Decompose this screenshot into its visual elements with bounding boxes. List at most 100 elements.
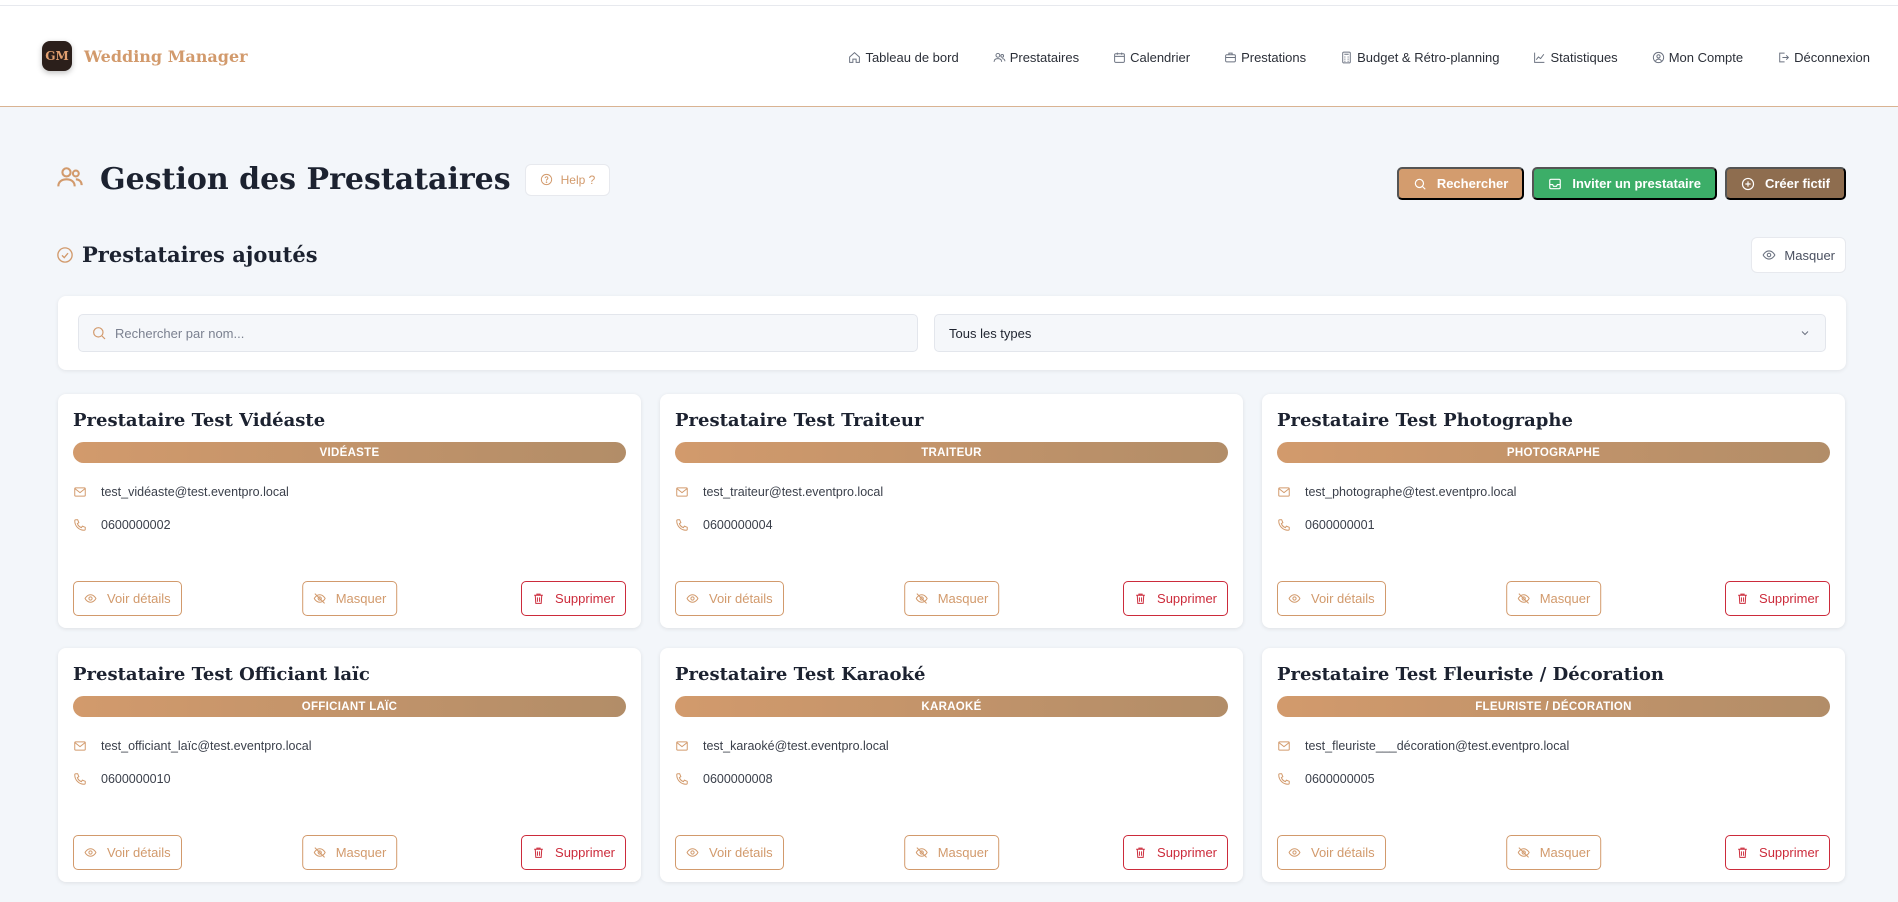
delete-provider-label: Supprimer (1157, 845, 1217, 860)
delete-provider-button[interactable]: Supprimer (1725, 581, 1830, 616)
delete-provider-button[interactable]: Supprimer (1123, 581, 1228, 616)
eye-icon (1763, 250, 1776, 260)
delete-provider-button[interactable]: Supprimer (1725, 835, 1830, 870)
provider-phone-text: 0600000010 (101, 772, 171, 786)
hide-provider-label: Masquer (335, 845, 387, 860)
brand[interactable]: GM Wedding Manager (42, 41, 248, 71)
hide-provider-button[interactable]: Masquer (903, 581, 1000, 616)
people-icon (56, 163, 84, 196)
hide-provider-button[interactable]: Masquer (1505, 835, 1602, 870)
nav-dashboard[interactable]: Tableau de bord (848, 50, 959, 65)
name-search-input[interactable] (115, 325, 895, 341)
section-header: Prestataires ajoutés (56, 242, 318, 267)
provider-name: Prestataire Test Fleuriste / Décoration (1277, 664, 1664, 685)
providers-grid: Prestataire Test Vidéaste VIDÉASTE test_… (58, 394, 1846, 882)
provider-phone-text: 0600000002 (101, 518, 171, 532)
delete-provider-button[interactable]: Supprimer (521, 581, 626, 616)
mail-icon (676, 487, 688, 497)
nav-account[interactable]: Mon Compte (1652, 50, 1743, 65)
provider-type-badge: FLEURISTE / DÉCORATION (1277, 696, 1830, 717)
delete-provider-button[interactable]: Supprimer (521, 835, 626, 870)
delete-provider-label: Supprimer (1759, 591, 1819, 606)
view-details-label: Voir détails (107, 591, 171, 606)
provider-email: test_fleuriste___décoration@test.eventpr… (1277, 739, 1830, 753)
provider-type-badge: PHOTOGRAPHE (1277, 442, 1830, 463)
hide-provider-button[interactable]: Masquer (301, 581, 398, 616)
eye-icon (686, 594, 699, 603)
provider-email: test_traiteur@test.eventpro.local (675, 485, 1228, 499)
hide-section-button[interactable]: Masquer (1751, 237, 1846, 273)
hide-section-label: Masquer (1784, 247, 1835, 263)
provider-email-text: test_officiant_laïc@test.eventpro.local (101, 739, 312, 753)
phone-icon (1278, 519, 1290, 531)
phone-icon (74, 773, 86, 785)
create-fictive-button[interactable]: Créer fictif (1724, 167, 1846, 200)
delete-provider-button[interactable]: Supprimer (1123, 835, 1228, 870)
provider-name: Prestataire Test Vidéaste (73, 410, 326, 431)
trash-icon (1738, 593, 1747, 604)
trash-icon (1136, 847, 1145, 858)
nav-dashboard-label: Tableau de bord (865, 50, 959, 65)
nav-budget[interactable]: Budget & Rétro-planning (1340, 50, 1499, 65)
hide-provider-button[interactable]: Masquer (903, 835, 1000, 870)
provider-card: Prestataire Test Traiteur TRAITEUR test_… (660, 394, 1243, 628)
provider-card: Prestataire Test Officiant laïc OFFICIAN… (58, 648, 641, 882)
search-button[interactable]: Rechercher (1396, 167, 1525, 200)
chart-line-icon (1534, 52, 1545, 63)
eye-off-icon (313, 847, 326, 858)
invite-provider-button[interactable]: Inviter un prestataire (1532, 167, 1717, 200)
check-circle-icon (57, 246, 73, 263)
view-details-button[interactable]: Voir détails (675, 581, 784, 616)
plus-circle-icon (1741, 177, 1755, 190)
hide-provider-button[interactable]: Masquer (1505, 581, 1602, 616)
nav-budget-label: Budget & Rétro-planning (1357, 50, 1500, 65)
search-button-label: Rechercher (1436, 176, 1509, 191)
phone-icon (676, 773, 688, 785)
provider-email: test_karaoké@test.eventpro.local (675, 739, 1228, 753)
provider-card: Prestataire Test Karaoké KARAOKÉ test_ka… (660, 648, 1243, 882)
provider-card: Prestataire Test Vidéaste VIDÉASTE test_… (58, 394, 641, 628)
view-details-button[interactable]: Voir détails (1277, 581, 1386, 616)
card-actions: Voir détails Masquer Supprimer (1277, 835, 1830, 870)
eye-icon (686, 848, 699, 857)
provider-name: Prestataire Test Traiteur (675, 410, 924, 431)
phone-icon (1278, 773, 1290, 785)
navbar: GM Wedding Manager Tableau de bord Prest… (0, 6, 1898, 107)
view-details-button[interactable]: Voir détails (73, 581, 182, 616)
view-details-button[interactable]: Voir détails (1277, 835, 1386, 870)
phone-icon (74, 519, 86, 531)
mail-icon (676, 741, 688, 751)
provider-email-text: test_traiteur@test.eventpro.local (703, 485, 884, 499)
provider-email: test_vidéaste@test.eventpro.local (73, 485, 626, 499)
provider-phone: 0600000005 (1277, 772, 1830, 786)
provider-type-badge: VIDÉASTE (73, 442, 626, 463)
filter-bar: Tous les types (58, 296, 1846, 370)
provider-type-badge: TRAITEUR (675, 442, 1228, 463)
hide-provider-label: Masquer (335, 591, 387, 606)
nav-logout[interactable]: Déconnexion (1777, 50, 1870, 65)
card-actions: Voir détails Masquer Supprimer (73, 581, 626, 616)
page-header: Gestion des Prestataires Help ? (56, 162, 611, 197)
type-select[interactable]: Tous les types (934, 314, 1826, 352)
brand-logo: GM (42, 41, 72, 71)
nav-providers[interactable]: Prestataires (993, 50, 1079, 65)
view-details-button[interactable]: Voir détails (73, 835, 182, 870)
nav-services[interactable]: Prestations (1224, 50, 1306, 65)
hide-provider-button[interactable]: Masquer (301, 835, 398, 870)
help-button-label: Help ? (560, 172, 596, 187)
eye-off-icon (1517, 593, 1530, 604)
brand-logo-text: GM (45, 49, 69, 63)
provider-phone-text: 0600000008 (703, 772, 773, 786)
nav-calendar[interactable]: Calendrier (1113, 50, 1190, 65)
page-actions: Rechercher Inviter un prestataire Créer … (1396, 167, 1846, 200)
delete-provider-label: Supprimer (555, 845, 615, 860)
help-button[interactable]: Help ? (524, 163, 611, 196)
card-actions: Voir détails Masquer Supprimer (675, 835, 1228, 870)
nav-statistics[interactable]: Statistiques (1533, 50, 1618, 65)
view-details-button[interactable]: Voir détails (675, 835, 784, 870)
section-title: Prestataires ajoutés (82, 242, 318, 267)
trash-icon (534, 593, 543, 604)
eye-off-icon (313, 593, 326, 604)
brand-name: Wedding Manager (84, 46, 248, 66)
nav-calendar-label: Calendrier (1130, 50, 1191, 65)
